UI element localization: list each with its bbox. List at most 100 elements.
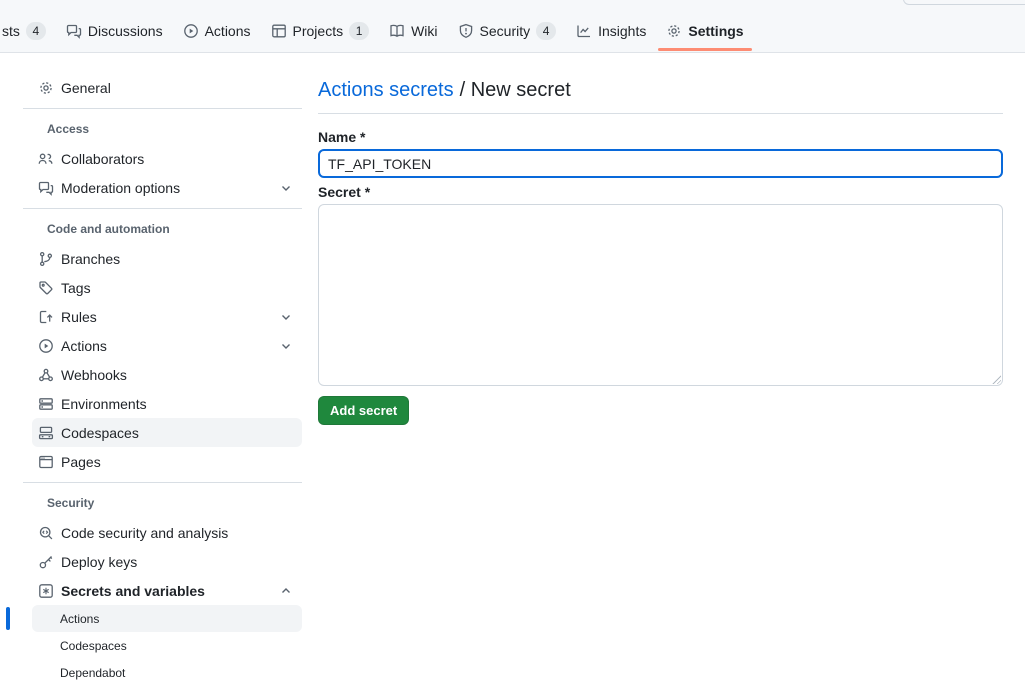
sidebar-item-label: Code security and analysis <box>61 525 228 541</box>
sidebar-item-label: General <box>61 80 111 96</box>
sidebar-item-codespaces[interactable]: Codespaces <box>32 418 302 447</box>
sidebar-item-general[interactable]: General <box>32 73 302 102</box>
sidebar-item-label: Deploy keys <box>61 554 137 570</box>
search-box-partial[interactable] <box>903 0 1025 5</box>
sidebar-section-code-automation: Code and automation <box>47 221 302 238</box>
sidebar-divider <box>23 208 302 209</box>
tab-insights[interactable]: Insights <box>576 21 646 41</box>
sidebar-subitem-codespaces[interactable]: Codespaces <box>32 632 302 659</box>
chevron-down-icon <box>280 340 292 352</box>
page-title: Actions secrets / New secret <box>318 78 1003 102</box>
sidebar-subitem-label: Dependabot <box>60 666 125 680</box>
tab-pull-requests[interactable]: sts 4 <box>2 21 46 41</box>
settings-sidebar: General Access Collaborators <box>23 73 302 686</box>
graph-icon <box>576 23 592 39</box>
sidebar-item-environments[interactable]: Environments <box>32 389 302 418</box>
sidebar-item-collaborators[interactable]: Collaborators <box>32 144 302 173</box>
sidebar-item-label: Codespaces <box>61 425 139 441</box>
tab-settings-label: Settings <box>688 21 743 41</box>
sidebar-item-label: Actions <box>61 338 107 354</box>
tag-icon <box>38 280 54 296</box>
sidebar-item-branches[interactable]: Branches <box>32 244 302 273</box>
pull-requests-count-badge: 4 <box>26 22 46 40</box>
sidebar-section-security: Security <box>47 495 302 512</box>
sidebar-subitem-label: Actions <box>60 612 99 626</box>
tab-wiki[interactable]: Wiki <box>389 21 437 41</box>
github-settings-page: sts 4 Discussions <box>0 0 1025 686</box>
tab-discussions-label: Discussions <box>88 21 163 41</box>
play-icon <box>38 338 54 354</box>
tab-security[interactable]: Security 4 <box>458 21 557 41</box>
sidebar-item-label: Webhooks <box>61 367 127 383</box>
chevron-down-icon <box>280 182 292 194</box>
shield-icon <box>458 23 474 39</box>
sidebar-item-label: Branches <box>61 251 120 267</box>
sidebar-item-deploy-keys[interactable]: Deploy keys <box>32 547 302 576</box>
tab-actions-label: Actions <box>205 21 251 41</box>
browser-icon <box>38 454 54 470</box>
people-icon <box>38 151 54 167</box>
sidebar-item-label: Moderation options <box>61 180 180 196</box>
sidebar-item-webhooks[interactable]: Webhooks <box>32 360 302 389</box>
secret-value-textarea[interactable] <box>318 204 1003 386</box>
sidebar-item-actions[interactable]: Actions <box>32 331 302 360</box>
comment-discussion-icon <box>66 23 82 39</box>
rules-icon <box>38 309 54 325</box>
gear-icon <box>666 23 682 39</box>
sidebar-item-label: Environments <box>61 396 147 412</box>
sidebar-section-access: Access <box>47 121 302 138</box>
add-secret-button[interactable]: Add secret <box>318 396 409 425</box>
sidebar-item-rules[interactable]: Rules <box>32 302 302 331</box>
sidebar-item-pages[interactable]: Pages <box>32 447 302 476</box>
tab-projects-label: Projects <box>293 21 344 41</box>
webhook-icon <box>38 367 54 383</box>
asterisk-box-icon <box>38 583 54 599</box>
sidebar-item-label: Secrets and variables <box>61 583 205 599</box>
breadcrumb-current: / New secret <box>460 79 571 101</box>
sidebar-subitem-label: Codespaces <box>60 639 127 653</box>
tab-actions[interactable]: Actions <box>183 21 251 41</box>
tab-wiki-label: Wiki <box>411 21 437 41</box>
tab-settings[interactable]: Settings <box>666 21 743 41</box>
tab-pull-requests-label: sts <box>2 21 20 41</box>
codescan-icon <box>38 525 54 541</box>
sidebar-divider <box>23 108 302 109</box>
chevron-up-icon <box>280 585 292 597</box>
actions-secrets-breadcrumb-link[interactable]: Actions secrets <box>318 79 454 101</box>
sidebar-item-label: Collaborators <box>61 151 144 167</box>
play-icon <box>183 23 199 39</box>
sidebar-subitem-actions[interactable]: Actions <box>32 605 302 632</box>
name-field-label: Name * <box>318 128 1003 146</box>
secret-field-label: Secret * <box>318 183 1003 201</box>
tab-projects[interactable]: Projects 1 <box>271 21 370 41</box>
repo-header: sts 4 Discussions <box>0 0 1025 53</box>
tab-insights-label: Insights <box>598 21 646 41</box>
server-icon <box>38 396 54 412</box>
projects-count-badge: 1 <box>349 22 369 40</box>
sidebar-item-tags[interactable]: Tags <box>32 273 302 302</box>
active-tab-underline <box>658 48 751 51</box>
secret-name-input[interactable] <box>318 149 1003 178</box>
sidebar-item-moderation-options[interactable]: Moderation options <box>32 173 302 202</box>
secret-textarea-wrapper <box>318 204 1003 386</box>
active-item-indicator <box>6 607 10 630</box>
comment-discussion-icon <box>38 180 54 196</box>
chevron-down-icon <box>280 311 292 323</box>
tab-discussions[interactable]: Discussions <box>66 21 163 41</box>
sidebar-item-label: Tags <box>61 280 91 296</box>
sidebar-subitem-dependabot[interactable]: Dependabot <box>32 659 302 686</box>
git-branch-icon <box>38 251 54 267</box>
key-icon <box>38 554 54 570</box>
sidebar-item-secrets-and-variables[interactable]: Secrets and variables <box>32 576 302 605</box>
sidebar-item-code-security[interactable]: Code security and analysis <box>32 518 302 547</box>
title-divider <box>318 113 1003 114</box>
sidebar-item-label: Rules <box>61 309 97 325</box>
tab-security-label: Security <box>480 21 531 41</box>
table-icon <box>271 23 287 39</box>
security-count-badge: 4 <box>536 22 556 40</box>
book-icon <box>389 23 405 39</box>
codespaces-icon <box>38 425 54 441</box>
sidebar-item-label: Pages <box>61 454 101 470</box>
sidebar-divider <box>23 482 302 483</box>
gear-icon <box>38 80 54 96</box>
